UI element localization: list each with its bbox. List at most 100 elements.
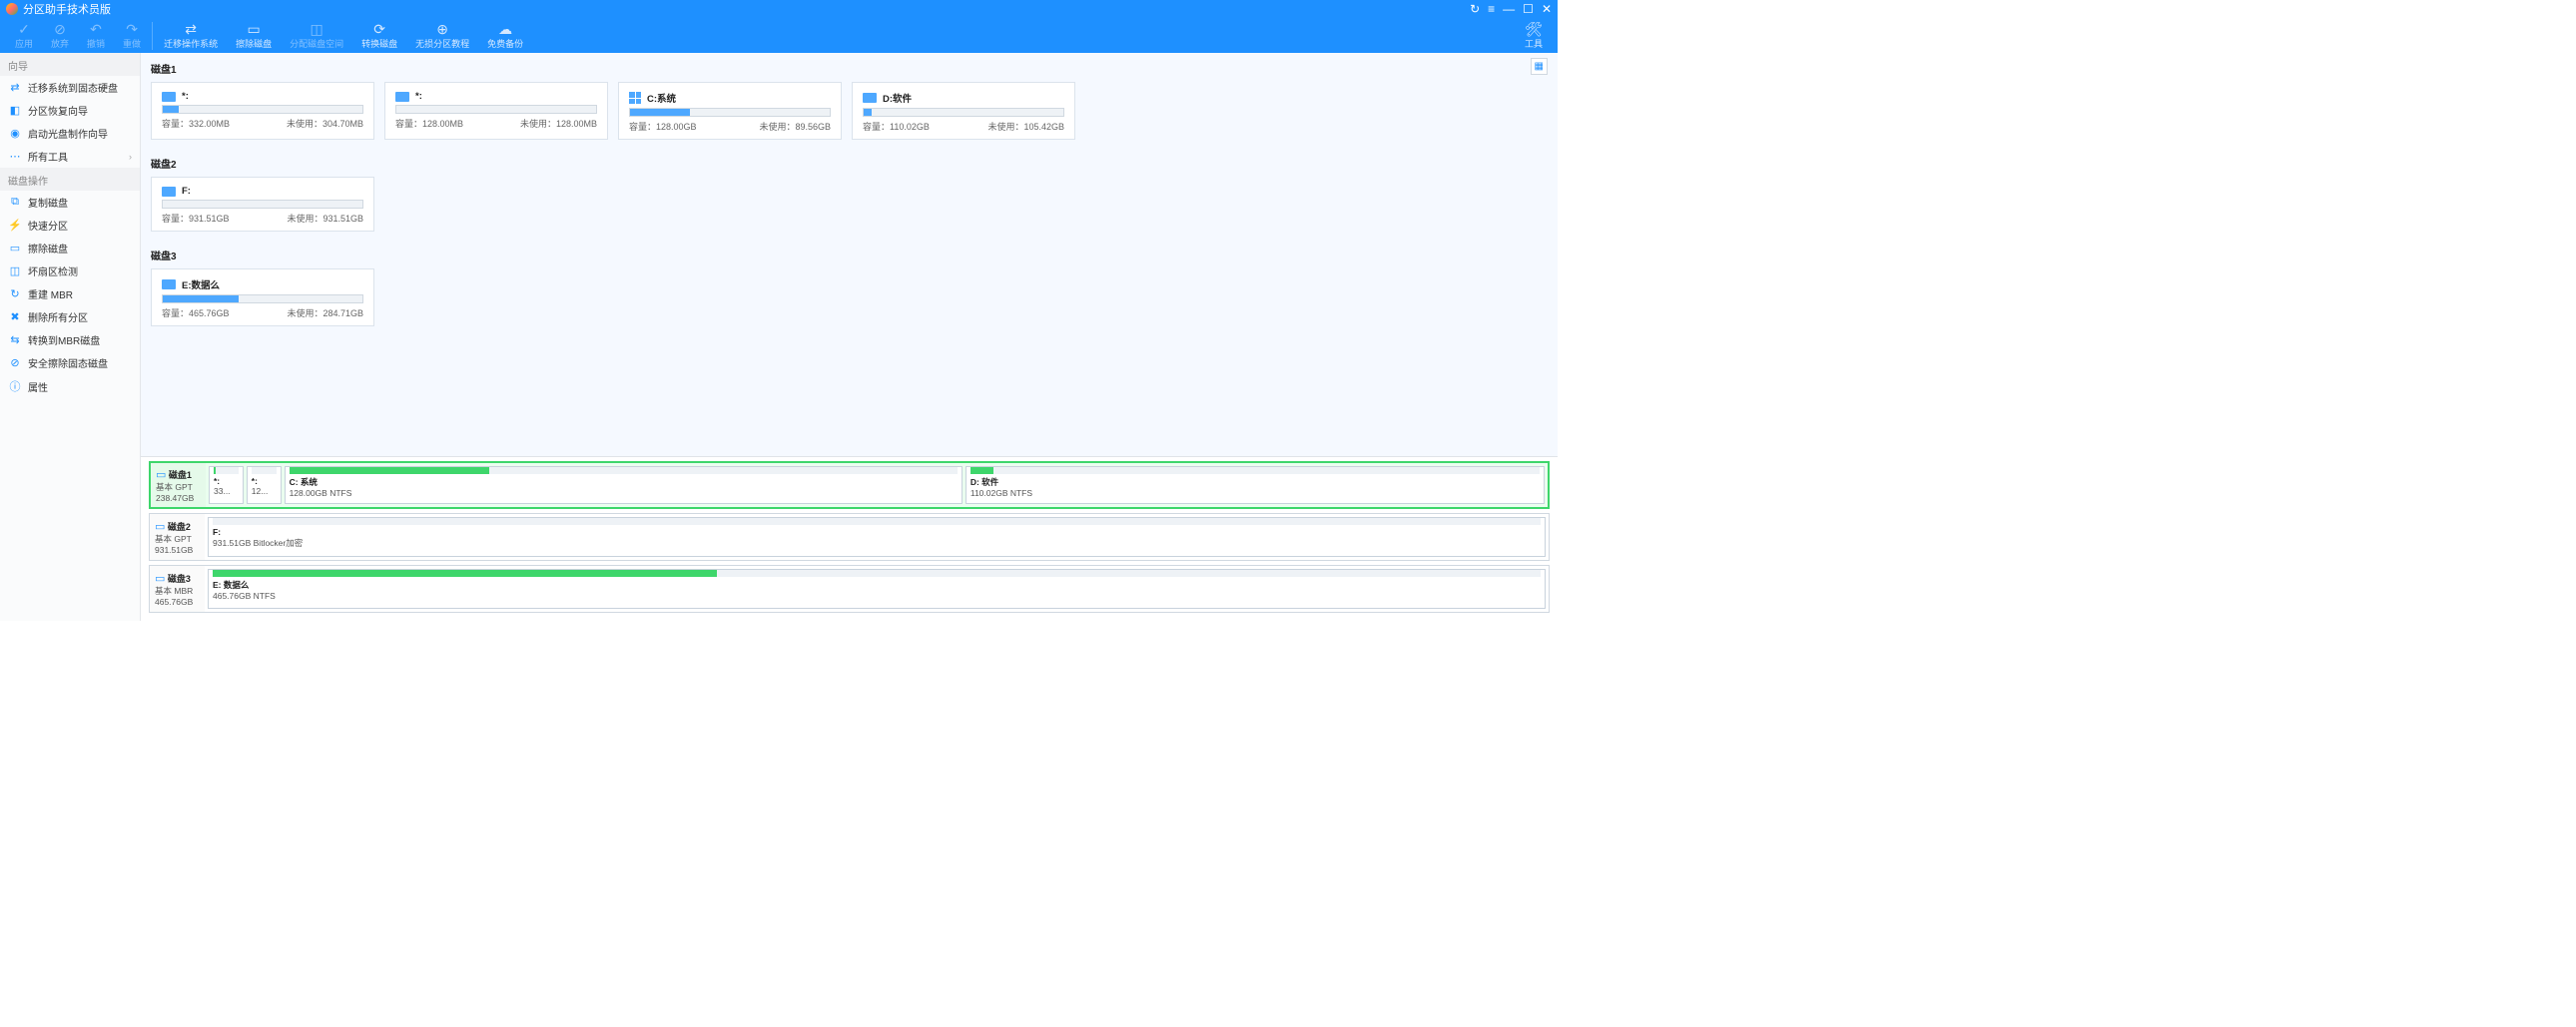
partition-strip: E: 数据么465.76GB NTFS bbox=[205, 566, 1549, 612]
转换到MBR磁盘-icon: ⇆ bbox=[8, 333, 22, 346]
partition-usage-bar bbox=[252, 467, 277, 474]
capacity-text: 容量：128.00GB bbox=[629, 120, 697, 133]
删除所有分区-icon: ✖ bbox=[8, 310, 22, 323]
toolbar-无损分区教程-button[interactable]: ⊕无损分区教程 bbox=[406, 18, 478, 53]
sidebar-item-重建 MBR[interactable]: ↻重建 MBR bbox=[0, 282, 140, 305]
放弃-icon: ⊘ bbox=[54, 21, 66, 37]
sidebar-item-属性[interactable]: ⓘ属性 bbox=[0, 374, 140, 398]
disk-row[interactable]: ▭ 磁盘2基本 GPT931.51GBF:931.51GB Bitlocker加… bbox=[149, 513, 1550, 561]
minimize-button[interactable]: — bbox=[1503, 2, 1515, 16]
partition-label: C:系统 bbox=[647, 91, 676, 105]
partition-card[interactable]: D:软件容量：110.02GB未使用：105.42GB bbox=[852, 82, 1075, 140]
toolbar-免费备份-button[interactable]: ☁免费备份 bbox=[478, 18, 532, 53]
partition-card[interactable]: *:容量：332.00MB未使用：304.70MB bbox=[151, 82, 374, 140]
capacity-text: 容量：465.76GB bbox=[162, 306, 230, 319]
tools-icon: 🛠 bbox=[1525, 21, 1543, 37]
menu-icon[interactable]: ≡ bbox=[1488, 2, 1495, 16]
disk-row[interactable]: ▭ 磁盘1基本 GPT238.47GB*:33...*:12...C: 系统12… bbox=[149, 461, 1550, 509]
partition-box-label: C: 系统 bbox=[290, 476, 958, 488]
partition-box-label: *: bbox=[252, 476, 277, 486]
partition-label: D:软件 bbox=[883, 91, 912, 105]
drive-icon bbox=[162, 92, 176, 102]
usage-bar bbox=[629, 108, 831, 117]
window-controls: ↻ ≡ — ☐ ✕ bbox=[1470, 2, 1552, 16]
disk-head: ▭ 磁盘2基本 GPT931.51GB bbox=[150, 514, 205, 560]
toolbar-放弃-button: ⊘放弃 bbox=[42, 18, 78, 53]
view-toggle-button[interactable]: ▦ bbox=[1531, 58, 1548, 75]
tools-label: 工具 bbox=[1525, 37, 1543, 50]
upper-panel: ▦ 磁盘1*:容量：332.00MB未使用：304.70MB*:容量：128.0… bbox=[141, 53, 1558, 456]
usage-bar bbox=[162, 200, 363, 209]
usage-bar bbox=[162, 294, 363, 303]
disk-icon: ▭ bbox=[156, 469, 166, 481]
toolbar-应用-button: ✓应用 bbox=[6, 18, 42, 53]
free-text: 未使用：284.71GB bbox=[287, 306, 363, 319]
sidebar-item-安全擦除固态磁盘[interactable]: ⊘安全擦除固态磁盘 bbox=[0, 351, 140, 374]
partition-box[interactable]: D: 软件110.02GB NTFS bbox=[966, 466, 1545, 504]
disk-icon: ▭ bbox=[155, 521, 165, 533]
sidebar-item-label: 转换到MBR磁盘 bbox=[28, 332, 100, 347]
capacity-text: 容量：332.00MB bbox=[162, 117, 230, 130]
disk-size: 238.47GB bbox=[156, 493, 201, 503]
tools-button[interactable]: 🛠 工具 bbox=[1516, 18, 1552, 53]
sidebar-item-label: 复制磁盘 bbox=[28, 195, 68, 210]
sidebar-item-擦除磁盘[interactable]: ▭擦除磁盘 bbox=[0, 237, 140, 259]
sidebar-item-快速分区[interactable]: ⚡ 快速分区 bbox=[0, 214, 140, 237]
sidebar-item-label: 重建 MBR bbox=[28, 286, 73, 301]
sidebar-item-删除所有分区[interactable]: ✖删除所有分区 bbox=[0, 305, 140, 328]
toolbar-label: 免费备份 bbox=[487, 37, 523, 50]
partition-box-sub: 465.76GB NTFS bbox=[213, 591, 1541, 601]
app-title: 分区助手技术员版 bbox=[23, 1, 111, 17]
partition-box-label: *: bbox=[214, 476, 239, 486]
分区恢复向导-icon: ◧ bbox=[8, 104, 22, 117]
partition-stats: 容量：128.00MB未使用：128.00MB bbox=[395, 117, 597, 130]
partition-box[interactable]: E: 数据么465.76GB NTFS bbox=[208, 569, 1546, 609]
sidebar-item-转换到MBR磁盘[interactable]: ⇆ 转换到MBR磁盘 bbox=[0, 328, 140, 351]
sidebar-item-分区恢复向导[interactable]: ◧分区恢复向导 bbox=[0, 99, 140, 122]
partition-strip: F:931.51GB Bitlocker加密 bbox=[205, 514, 1549, 560]
sidebar-item-迁移系统到固态硬盘[interactable]: ⇄迁移系统到固态硬盘 bbox=[0, 76, 140, 99]
disk-type: 基本 MBR bbox=[155, 585, 200, 597]
partition-box[interactable]: *:33... bbox=[209, 466, 244, 504]
toolbar-转换磁盘-button[interactable]: ⟳转换磁盘 bbox=[352, 18, 406, 53]
启动光盘制作向导-icon: ◉ bbox=[8, 127, 22, 140]
partition-box[interactable]: C: 系统128.00GB NTFS bbox=[285, 466, 963, 504]
sidebar-item-复制磁盘[interactable]: ⧉复制磁盘 bbox=[0, 191, 140, 214]
toolbar-迁移操作系统-button[interactable]: ⇄迁移操作系统 bbox=[155, 18, 227, 53]
partition-box[interactable]: *:12... bbox=[247, 466, 282, 504]
sidebar-item-label: 快速分区 bbox=[28, 218, 68, 233]
擦除磁盘-icon: ▭ bbox=[247, 21, 260, 37]
toolbar-label: 撤销 bbox=[87, 37, 105, 50]
toolbar-擦除磁盘-button[interactable]: ▭擦除磁盘 bbox=[227, 18, 281, 53]
安全擦除固态磁盘-icon: ⊘ bbox=[8, 356, 22, 369]
partition-box-sub: 128.00GB NTFS bbox=[290, 488, 958, 498]
迁移系统到固态硬盘-icon: ⇄ bbox=[8, 81, 22, 94]
close-button[interactable]: ✕ bbox=[1542, 2, 1552, 16]
disk-group-title: 磁盘1 bbox=[151, 61, 1548, 76]
sidebar-item-所有工具[interactable]: ⋯所有工具› bbox=[0, 145, 140, 168]
partition-card[interactable]: C:系统容量：128.00GB未使用：89.56GB bbox=[618, 82, 842, 140]
partition-stats: 容量：128.00GB未使用：89.56GB bbox=[629, 120, 831, 133]
撤销-icon: ↶ bbox=[90, 21, 102, 37]
usage-bar bbox=[395, 105, 597, 114]
无损分区教程-icon: ⊕ bbox=[436, 21, 448, 37]
free-text: 未使用：304.70MB bbox=[287, 117, 363, 130]
partition-usage-bar bbox=[214, 467, 239, 474]
drive-icon bbox=[162, 187, 176, 197]
refresh-icon[interactable]: ↻ bbox=[1470, 2, 1480, 16]
maximize-button[interactable]: ☐ bbox=[1523, 2, 1534, 16]
partition-card[interactable]: F:容量：931.51GB未使用：931.51GB bbox=[151, 177, 374, 232]
属性-icon: ⓘ bbox=[8, 378, 22, 394]
capacity-text: 容量：931.51GB bbox=[162, 212, 230, 225]
partition-box-sub: 12... bbox=[252, 486, 277, 496]
disk-type: 基本 GPT bbox=[156, 481, 201, 493]
sidebar-item-坏扇区检测[interactable]: ◫坏扇区检测 bbox=[0, 259, 140, 282]
partition-box[interactable]: F:931.51GB Bitlocker加密 bbox=[208, 517, 1546, 557]
sidebar-item-启动光盘制作向导[interactable]: ◉启动光盘制作向导 bbox=[0, 122, 140, 145]
toolbar-label: 转换磁盘 bbox=[361, 37, 397, 50]
快速分区-icon: ⚡ bbox=[8, 219, 22, 232]
partition-card[interactable]: *:容量：128.00MB未使用：128.00MB bbox=[384, 82, 608, 140]
titlebar: 分区助手技术员版 ↻ ≡ — ☐ ✕ bbox=[0, 0, 1558, 18]
partition-card[interactable]: E:数据么容量：465.76GB未使用：284.71GB bbox=[151, 268, 374, 326]
disk-row[interactable]: ▭ 磁盘3基本 MBR465.76GBE: 数据么465.76GB NTFS bbox=[149, 565, 1550, 613]
